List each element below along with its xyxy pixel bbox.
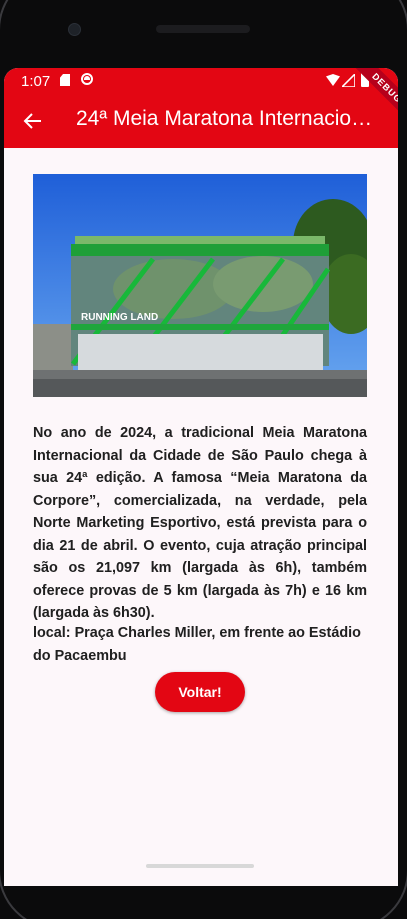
earpiece-speaker bbox=[156, 25, 250, 33]
app-circle-icon bbox=[81, 73, 93, 85]
back-button[interactable]: Voltar! bbox=[155, 672, 245, 712]
app-screen: 1:07 24ª Meia Maratona Internacional da … bbox=[4, 68, 398, 886]
page-title: 24ª Meia Maratona Internacional da Cidad… bbox=[76, 107, 381, 130]
sd-card-icon bbox=[60, 74, 70, 86]
wifi-icon bbox=[326, 74, 340, 86]
event-photo: RUNNING LAND bbox=[33, 174, 367, 397]
app-bar: 24ª Meia Maratona Internacional da Cidad… bbox=[4, 94, 398, 148]
store-sign: RUNNING LAND bbox=[81, 312, 158, 323]
status-time: 1:07 bbox=[21, 73, 51, 90]
front-camera bbox=[68, 23, 81, 36]
event-description: No ano de 2024, a tradicional Meia Marat… bbox=[33, 425, 367, 621]
signal-icon bbox=[342, 74, 355, 87]
device-frame: 1:07 24ª Meia Maratona Internacional da … bbox=[0, 0, 407, 919]
status-bar: 1:07 bbox=[4, 68, 398, 94]
event-location: local: Praça Charles Miller, em frente a… bbox=[33, 625, 361, 664]
storefront-illustration: RUNNING LAND bbox=[33, 174, 367, 397]
home-indicator[interactable] bbox=[146, 864, 254, 868]
arrow-left-icon[interactable] bbox=[21, 109, 45, 133]
